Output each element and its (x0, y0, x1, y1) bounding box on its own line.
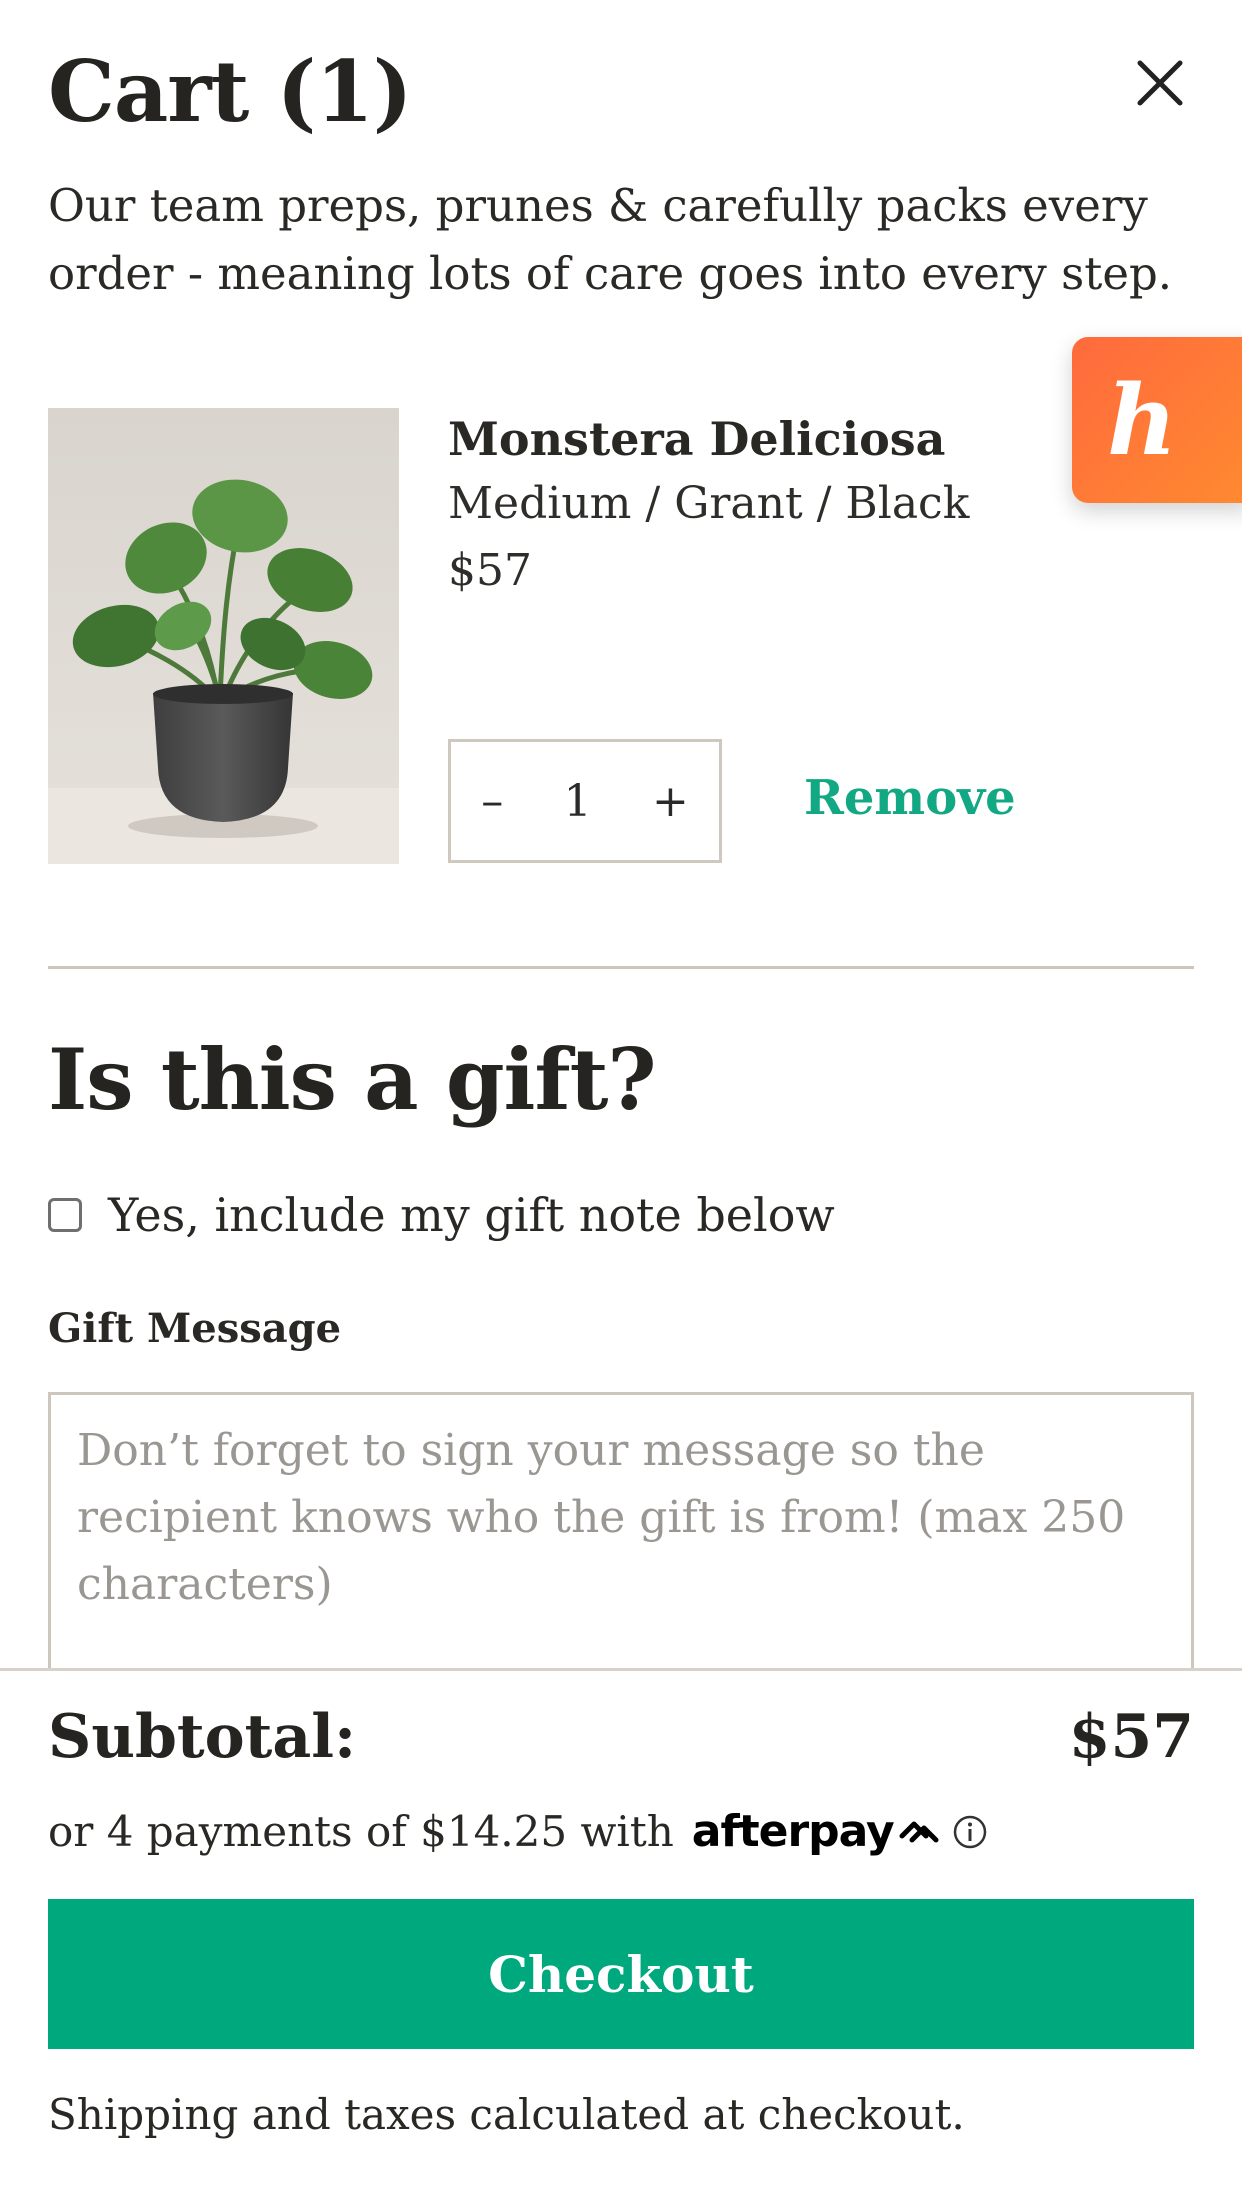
installments-text: or 4 payments of $14.25 with (48, 1807, 674, 1856)
gift-note-checkbox-label[interactable]: Yes, include my gift note below (108, 1188, 835, 1242)
honey-extension-button[interactable]: h (1072, 337, 1242, 503)
afterpay-brand-text: afterpay (691, 1806, 895, 1857)
gift-message-textarea[interactable] (48, 1392, 1194, 1692)
subtotal-label: Subtotal: (48, 1702, 357, 1772)
gift-note-option: Yes, include my gift note below (48, 1188, 835, 1242)
cart-intro-text: Our team preps, prunes & carefully packs… (48, 179, 1173, 300)
gift-message-label: Gift Message (48, 1305, 342, 1352)
honey-logo-icon: h (1107, 363, 1177, 477)
quantity-stepper: – 1 + (448, 739, 722, 863)
gift-note-checkbox[interactable] (48, 1198, 82, 1232)
decrement-button[interactable]: – (471, 776, 513, 827)
shipping-note: Shipping and taxes calculated at checkou… (48, 2090, 965, 2139)
product-image (48, 408, 399, 864)
product-variant: Medium / Grant / Black (448, 478, 970, 529)
quantity-value[interactable]: 1 (554, 776, 602, 827)
cart-title: Cart (1) (48, 42, 413, 141)
info-icon[interactable] (952, 1814, 988, 1850)
product-name[interactable]: Monstera Deliciosa (448, 412, 946, 466)
gift-heading: Is this a gift? (48, 1030, 657, 1129)
section-divider (48, 966, 1194, 969)
subtotal-value: $57 (1068, 1702, 1194, 1772)
increment-button[interactable]: + (642, 776, 699, 827)
close-icon[interactable] (1135, 58, 1185, 108)
product-price: $57 (448, 545, 532, 596)
checkout-button[interactable]: Checkout (48, 1899, 1194, 2049)
afterpay-logo: afterpay (692, 1806, 942, 1857)
afterpay-arrows-icon (899, 1821, 939, 1842)
remove-item-link[interactable]: Remove (804, 770, 1016, 826)
monstera-plant-icon (48, 408, 399, 864)
afterpay-installments: or 4 payments of $14.25 with afterpay (48, 1806, 988, 1857)
